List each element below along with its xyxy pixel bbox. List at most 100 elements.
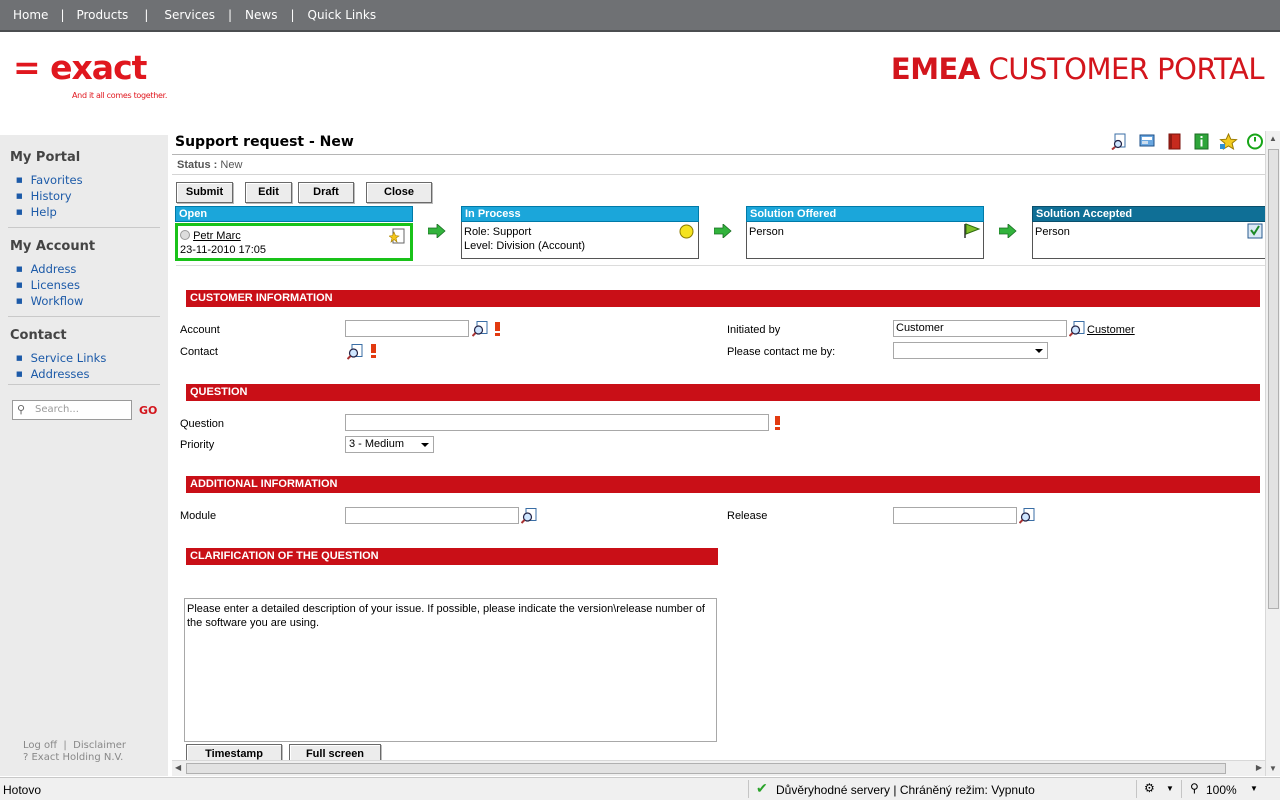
checkmark-icon: ✔: [756, 780, 768, 796]
chevron-down-icon[interactable]: ▼: [1166, 784, 1174, 793]
stage-in-process-role: Role: Support: [464, 226, 532, 238]
contact-lookup-icon[interactable]: [347, 344, 363, 360]
stage-solution-offered: Solution Offered Person: [746, 206, 984, 259]
sidebar-item-workflow[interactable]: Workflow: [16, 293, 84, 309]
nav-quick-links[interactable]: Quick Links: [308, 8, 377, 22]
draft-button[interactable]: Draft: [298, 182, 354, 203]
status-separator: [748, 780, 749, 798]
sidebar-heading-my-account: My Account: [10, 239, 96, 254]
sidebar-list-my-portal: Favorites History Help: [16, 172, 83, 220]
screen-icon[interactable]: [1138, 133, 1157, 150]
nav-products[interactable]: Products: [76, 8, 128, 22]
priority-label: Priority: [180, 439, 215, 451]
initiated-by-field[interactable]: Customer: [893, 320, 1067, 337]
horizontal-scrollbar[interactable]: ◀ ▶: [172, 760, 1265, 776]
priority-select[interactable]: 3 - Medium: [345, 436, 434, 453]
favorite-icon[interactable]: [1219, 133, 1238, 150]
release-lookup-icon[interactable]: [1019, 508, 1035, 524]
sidebar-item-favorites[interactable]: Favorites: [16, 172, 83, 188]
status-line: Status : New: [177, 159, 242, 171]
book-icon[interactable]: [1165, 133, 1184, 150]
main-content: Support request - New Status : New Submi…: [172, 130, 1265, 760]
nav-separator: |: [227, 8, 233, 22]
scroll-right-icon[interactable]: ▶: [1256, 763, 1262, 772]
stage-in-process-body: Role: Support Level: Division (Account): [461, 222, 699, 259]
vertical-scroll-thumb[interactable]: [1268, 149, 1279, 609]
status-text: Hotovo: [3, 783, 42, 797]
module-field[interactable]: [345, 507, 519, 524]
portal-title-text: CUSTOMER PORTAL: [988, 52, 1265, 86]
priority-value: 3 - Medium: [349, 438, 405, 450]
accept-icon: [1247, 223, 1263, 239]
status-label: Status :: [177, 159, 218, 171]
sidebar-heading-my-portal: My Portal: [10, 150, 81, 165]
refresh-icon[interactable]: [1246, 133, 1265, 150]
trusted-zone-text: Důvěryhodné servery | Chráněný režim: Vy…: [776, 783, 1035, 797]
nav-news[interactable]: News: [245, 8, 277, 22]
new-document-icon[interactable]: [389, 228, 406, 245]
scroll-left-icon[interactable]: ◀: [175, 763, 181, 772]
sidebar-divider: [8, 384, 160, 385]
vertical-scrollbar[interactable]: ▲ ▼: [1265, 131, 1280, 776]
account-field[interactable]: [345, 320, 469, 337]
sidebar-item-licenses[interactable]: Licenses: [16, 277, 83, 293]
initiated-by-label: Initiated by: [727, 324, 781, 336]
clarification-textarea[interactable]: Please enter a detailed description of y…: [184, 598, 717, 742]
chevron-down-icon: [421, 443, 429, 447]
stage-open-user-link[interactable]: Petr Marc: [193, 230, 241, 242]
arrow-right-icon: [428, 224, 446, 238]
sidebar-list-contact: Service Links Addresses: [16, 350, 107, 382]
stage-open: Open Petr Marc 23-11-2010 17:05: [175, 206, 413, 261]
sidebar-list-my-account: Address Licenses Workflow: [16, 261, 84, 309]
logo-tagline: And it all comes together.: [72, 91, 168, 100]
scroll-up-icon[interactable]: ▲: [1269, 134, 1277, 143]
exact-logo[interactable]: = exact And it all comes together.: [13, 48, 167, 101]
contact-method-select[interactable]: [893, 342, 1048, 359]
sidebar-item-help[interactable]: Help: [16, 204, 83, 220]
account-label: Account: [180, 324, 220, 336]
security-icon[interactable]: ⚙: [1144, 781, 1155, 795]
horizontal-scroll-thumb[interactable]: [186, 763, 1226, 774]
logo-mark: = exact: [13, 48, 147, 87]
timestamp-button[interactable]: Timestamp: [186, 744, 282, 760]
search-go-button[interactable]: GO: [139, 404, 157, 417]
status-separator: [1181, 780, 1182, 798]
toolbar-icons: [1111, 133, 1265, 150]
sidebar-heading-contact: Contact: [10, 328, 67, 343]
info-icon[interactable]: [1192, 133, 1211, 150]
fullscreen-button[interactable]: Full screen: [289, 744, 381, 760]
top-navigation: Home | Products | Services | News | Quic…: [0, 0, 1280, 32]
question-field[interactable]: [345, 414, 769, 431]
edit-button[interactable]: Edit: [245, 182, 292, 203]
arrow-right-icon: [999, 224, 1017, 238]
browser-status-bar: Hotovo ✔ Důvěryhodné servery | Chráněný …: [0, 777, 1280, 800]
nav-services[interactable]: Services: [164, 8, 215, 22]
arrow-right-icon: [714, 224, 732, 238]
close-button[interactable]: Close: [366, 182, 432, 203]
sidebar-item-addresses[interactable]: Addresses: [16, 366, 106, 382]
flag-icon: [964, 223, 981, 238]
module-lookup-icon[interactable]: [521, 508, 537, 524]
scroll-down-icon[interactable]: ▼: [1269, 764, 1277, 773]
page-title: Support request - New: [175, 134, 354, 150]
sidebar-item-address[interactable]: Address: [16, 261, 83, 277]
search-document-icon[interactable]: [1111, 133, 1130, 150]
chevron-down-icon[interactable]: ▼: [1250, 784, 1258, 793]
sidebar-copyright: ? Exact Holding N.V.: [23, 752, 124, 763]
sidebar-search-input[interactable]: ⚲ Search...: [12, 400, 132, 420]
sidebar-item-history[interactable]: History: [16, 188, 83, 204]
initiated-by-link[interactable]: Customer: [1087, 324, 1135, 336]
initiated-by-lookup-icon[interactable]: [1069, 321, 1085, 337]
required-icon: [775, 416, 780, 430]
portal-title-region: EMEA: [890, 52, 980, 86]
nav-home[interactable]: Home: [13, 8, 48, 22]
release-field[interactable]: [893, 507, 1017, 524]
submit-button[interactable]: Submit: [176, 182, 233, 203]
sidebar-footer-links[interactable]: Log off | Disclaimer: [23, 740, 126, 751]
zoom-icon[interactable]: ⚲: [1190, 781, 1199, 795]
sidebar-item-service-links[interactable]: Service Links: [16, 350, 107, 366]
stage-in-process-header: In Process: [461, 206, 699, 222]
zoom-level[interactable]: 100%: [1206, 783, 1237, 797]
account-lookup-icon[interactable]: [472, 321, 488, 337]
stage-solution-offered-person: Person: [749, 226, 784, 238]
